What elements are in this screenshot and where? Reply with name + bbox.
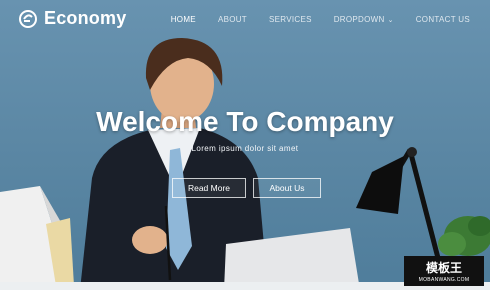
nav-services-label: SERVICES xyxy=(269,15,312,24)
hero-section: Economy HOME ABOUT SERVICES DROPDOWN ⌄ CO… xyxy=(0,0,490,290)
about-us-button[interactable]: About Us xyxy=(253,178,321,198)
watermark-logo: 模板王 MOBANWANG.COM xyxy=(404,256,484,286)
brand-logo[interactable]: Economy xyxy=(18,8,126,29)
nav-about[interactable]: ABOUT xyxy=(218,15,247,24)
hero-subtitle: Lorem ipsum dolor sit amet xyxy=(191,144,299,153)
watermark-url: MOBANWANG.COM xyxy=(418,277,470,283)
hero-title: Welcome To Company xyxy=(96,106,394,137)
nav-dropdown-label: DROPDOWN xyxy=(333,15,385,24)
nav-services[interactable]: SERVICES xyxy=(269,15,312,24)
nav-menu: HOME ABOUT SERVICES DROPDOWN ⌄ CONTACT US xyxy=(149,15,470,24)
nav-about-label: ABOUT xyxy=(217,15,247,24)
nav-dropdown[interactable]: DROPDOWN ⌄ xyxy=(334,15,394,24)
economy-logo-icon xyxy=(19,9,37,28)
navbar: Economy HOME ABOUT SERVICES DROPDOWN ⌄ CO… xyxy=(0,0,490,40)
plant xyxy=(438,216,490,256)
desk-lamp xyxy=(356,147,441,259)
read-more-button[interactable]: Read More xyxy=(172,178,246,198)
nav-home-label: HOME xyxy=(170,15,196,24)
watermark-title: 模板王 xyxy=(425,261,462,275)
nav-contact[interactable]: CONTACT US xyxy=(416,15,470,24)
nav-contact-label: CONTACT US xyxy=(415,15,470,24)
brand-name: Economy xyxy=(44,8,127,28)
nav-home[interactable]: HOME xyxy=(171,15,196,24)
chevron-down-icon: ⌄ xyxy=(387,16,394,24)
